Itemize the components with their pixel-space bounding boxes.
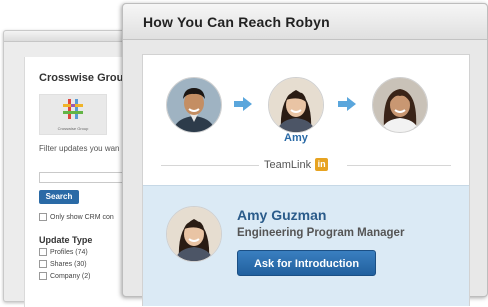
teamlink-text: TeamLink: [264, 158, 312, 171]
update-type-checkbox[interactable]: [39, 260, 47, 268]
divider-right: [347, 165, 451, 166]
update-type-label: Shares (30): [50, 260, 87, 268]
update-type-label: Company (2): [50, 272, 91, 280]
update-type-label: Profiles (74): [50, 248, 88, 256]
crm-group-logo: Crosswise Group: [39, 94, 107, 135]
teamlink-label: TeamLink in: [264, 158, 329, 171]
your-avatar[interactable]: [166, 77, 222, 133]
modal-title: How You Can Reach Robyn: [143, 14, 330, 30]
introducer-name[interactable]: Amy Guzman: [237, 207, 326, 223]
arrow-right-icon: [338, 97, 356, 111]
crm-only-checkbox-label: Only show CRM con: [50, 213, 114, 221]
crm-only-checkbox[interactable]: [39, 213, 47, 221]
ask-for-introduction-button[interactable]: Ask for Introduction: [237, 250, 376, 276]
crm-search-button[interactable]: Search: [39, 190, 79, 204]
introducer-section: Amy Guzman Engineering Program Manager A…: [143, 185, 469, 306]
introducer-role: Engineering Program Manager: [237, 227, 405, 239]
path-middle-name[interactable]: Amy: [284, 132, 308, 144]
divider-left: [161, 165, 259, 166]
update-type-checkbox[interactable]: [39, 272, 47, 280]
introducer-avatar[interactable]: [166, 206, 222, 262]
crm-logo-text: Crosswise Group: [57, 126, 89, 131]
man-portrait-icon: [167, 78, 221, 132]
crosswise-logo-icon: [63, 99, 83, 119]
arrow-right-icon: [234, 97, 252, 111]
amy-avatar[interactable]: [268, 77, 324, 133]
woman-portrait-icon: [167, 207, 221, 261]
woman-portrait-icon: [269, 78, 323, 132]
update-type-checkbox[interactable]: [39, 248, 47, 256]
connection-card: Amy TeamLink in Amy Guzman Engineering P…: [142, 54, 470, 306]
woman-portrait-icon: [373, 78, 427, 132]
robyn-avatar[interactable]: [372, 77, 428, 133]
linkedin-icon: in: [315, 158, 329, 171]
reach-modal: How You Can Reach Robyn Amy TeamLink in …: [122, 3, 488, 306]
